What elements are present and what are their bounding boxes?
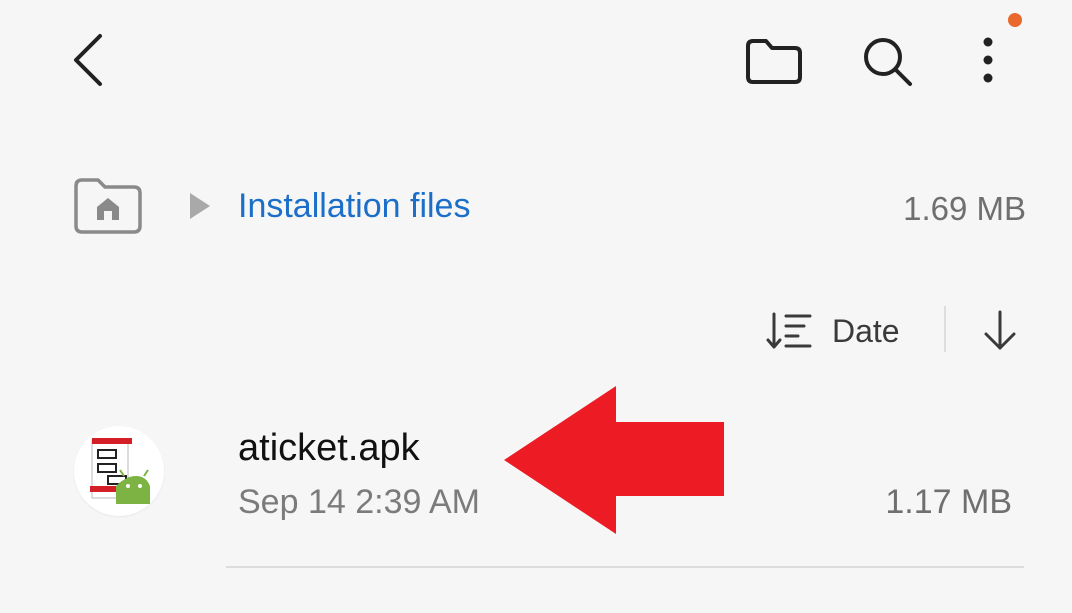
breadcrumb-separator-icon: [186, 191, 214, 221]
folder-icon: [746, 39, 802, 84]
home-button[interactable]: [72, 176, 144, 236]
apk-app-icon: [74, 426, 164, 516]
list-divider: [226, 566, 1024, 568]
folder-size: 1.69 MB: [903, 190, 1026, 227]
sort-direction-button[interactable]: [976, 306, 1024, 356]
back-button[interactable]: [62, 28, 118, 92]
sort-divider: [944, 306, 946, 352]
chevron-left-icon: [74, 34, 102, 86]
more-vertical-icon: [983, 37, 993, 83]
sort-icon: [766, 311, 814, 351]
file-date: Sep 14 2:39 AM: [238, 483, 480, 521]
file-name: aticket.apk: [238, 427, 420, 469]
left-arrow-annotation-icon: [500, 384, 728, 536]
breadcrumb-current-folder[interactable]: Installation files: [238, 186, 470, 226]
arrow-down-icon: [984, 310, 1016, 350]
folder-button[interactable]: [740, 36, 808, 88]
notification-dot: [1008, 13, 1022, 27]
sort-by-button[interactable]: Date: [766, 306, 900, 356]
search-icon: [864, 38, 912, 86]
home-folder-icon: [74, 178, 142, 234]
file-size: 1.17 MB: [885, 483, 1012, 521]
more-options-button[interactable]: [966, 30, 1010, 90]
search-button[interactable]: [856, 32, 920, 90]
sort-label: Date: [832, 313, 900, 349]
